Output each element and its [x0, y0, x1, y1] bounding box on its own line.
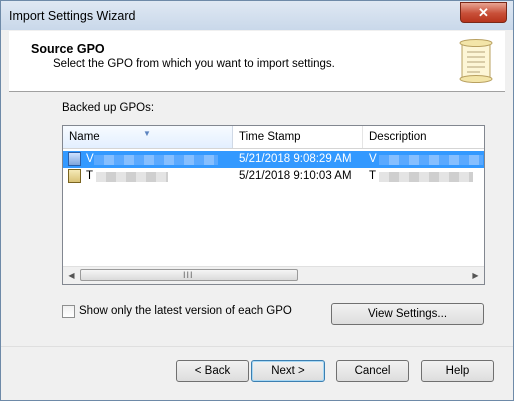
- title-bar: Import Settings Wizard ✕: [1, 1, 513, 30]
- redacted-text: [379, 155, 483, 165]
- row-time: 5/21/2018 9:08:29 AM: [239, 153, 352, 165]
- wizard-body: Backed up GPOs: ▼ Name Time Stamp Descri…: [9, 92, 505, 334]
- latest-version-checkbox[interactable]: [62, 305, 75, 318]
- list-item[interactable]: T 5/21/2018 9:10:03 AM T: [63, 168, 484, 185]
- scroll-icon: [459, 39, 493, 83]
- page-title: Source GPO: [31, 42, 105, 56]
- row-description: V: [369, 151, 483, 168]
- grip-icon: III: [183, 270, 194, 280]
- redacted-text: [96, 172, 168, 182]
- help-button[interactable]: Help: [421, 360, 494, 382]
- row-time: 5/21/2018 9:10:03 AM: [239, 170, 352, 182]
- wizard-window: Import Settings Wizard ✕ Source GPO Sele…: [0, 0, 514, 401]
- column-name[interactable]: ▼ Name: [63, 126, 233, 148]
- view-settings-button[interactable]: View Settings...: [331, 303, 484, 325]
- next-button[interactable]: Next >: [251, 360, 325, 382]
- redacted-text: [379, 172, 473, 182]
- back-button[interactable]: < Back: [176, 360, 249, 382]
- sort-arrow-icon: ▼: [143, 129, 151, 138]
- close-button[interactable]: ✕: [460, 2, 507, 23]
- footer-divider: [1, 346, 513, 347]
- latest-version-label[interactable]: Show only the latest version of each GPO: [79, 305, 292, 317]
- scroll-right-icon[interactable]: ▶: [469, 269, 482, 282]
- column-name-label: Name: [69, 131, 100, 143]
- gpo-backup-icon: [68, 169, 81, 183]
- gpo-list[interactable]: ▼ Name Time Stamp Description V 5/21/201…: [62, 125, 485, 285]
- horizontal-scrollbar[interactable]: ◀ III ▶: [63, 266, 484, 284]
- window-title: Import Settings Wizard: [9, 9, 136, 23]
- cancel-button[interactable]: Cancel: [336, 360, 409, 382]
- scroll-left-icon[interactable]: ◀: [65, 269, 78, 282]
- row-name: V: [86, 151, 231, 168]
- list-header: ▼ Name Time Stamp Description: [63, 126, 484, 149]
- backed-up-gpos-label: Backed up GPOs:: [62, 102, 155, 114]
- scroll-thumb[interactable]: III: [80, 269, 298, 281]
- list-item[interactable]: V 5/21/2018 9:08:29 AM V: [63, 151, 484, 168]
- page-subtitle: Select the GPO from which you want to im…: [53, 58, 335, 70]
- column-time-stamp[interactable]: Time Stamp: [233, 126, 363, 148]
- row-name: T: [86, 168, 231, 185]
- gpo-backup-icon: [68, 152, 81, 166]
- row-description: T: [369, 168, 483, 185]
- wizard-header: Source GPO Select the GPO from which you…: [9, 31, 505, 92]
- close-icon: ✕: [478, 5, 489, 20]
- redacted-text: [94, 155, 218, 165]
- column-description[interactable]: Description: [363, 126, 484, 148]
